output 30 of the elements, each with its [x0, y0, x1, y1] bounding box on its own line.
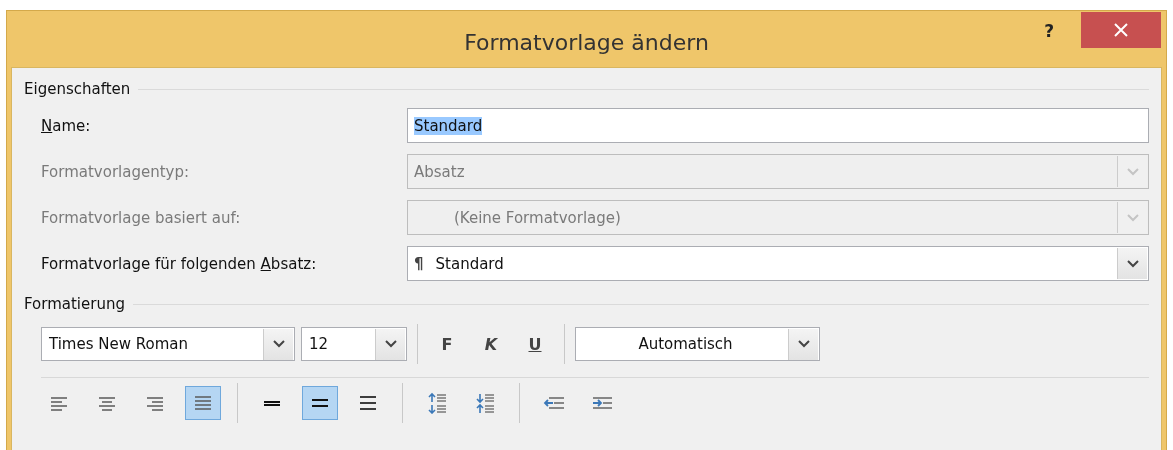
paragraph-spacing-icon — [474, 392, 496, 414]
line-spacing-button[interactable] — [302, 386, 338, 420]
chevron-down-icon — [272, 340, 285, 348]
chevron-down-icon — [384, 340, 397, 348]
close-icon — [1114, 23, 1128, 37]
italic-button[interactable]: K — [472, 327, 510, 361]
color-dropdown[interactable]: Automatisch — [575, 327, 820, 361]
line-spacing-icon — [264, 400, 280, 406]
field-label: Formatvorlagentyp: — [41, 162, 191, 181]
font-dropdown[interactable]: Times New Roman — [41, 327, 295, 361]
section-heading: Eigenschaften — [24, 80, 131, 98]
close-button[interactable] — [1081, 12, 1161, 48]
bold-button[interactable]: F — [428, 327, 466, 361]
help-button[interactable]: ? — [1040, 17, 1058, 45]
chevron-down-icon — [1126, 259, 1139, 268]
underline-button[interactable]: U — [516, 327, 554, 361]
font-size-dropdown[interactable]: 12 — [301, 327, 407, 361]
field-label: Formatvorlage basiert auf: — [41, 208, 242, 227]
section-heading: Formatierung — [24, 295, 125, 313]
chevron-down-icon — [1126, 167, 1139, 176]
name-field[interactable]: Standard — [407, 108, 1149, 143]
window-title: Formatvorlage ändern — [463, 28, 710, 55]
chevron-down-icon — [1126, 213, 1139, 222]
line-spacing-icon — [312, 399, 328, 407]
field-label: Name: — [41, 116, 92, 135]
dropdown[interactable]: ¶ Standard — [407, 246, 1149, 281]
paragraph-spacing-icon — [426, 392, 448, 414]
field-label: Formatvorlage für folgenden Absatz: — [41, 254, 318, 273]
chevron-down-icon — [797, 340, 810, 348]
justify-button[interactable] — [185, 386, 221, 420]
